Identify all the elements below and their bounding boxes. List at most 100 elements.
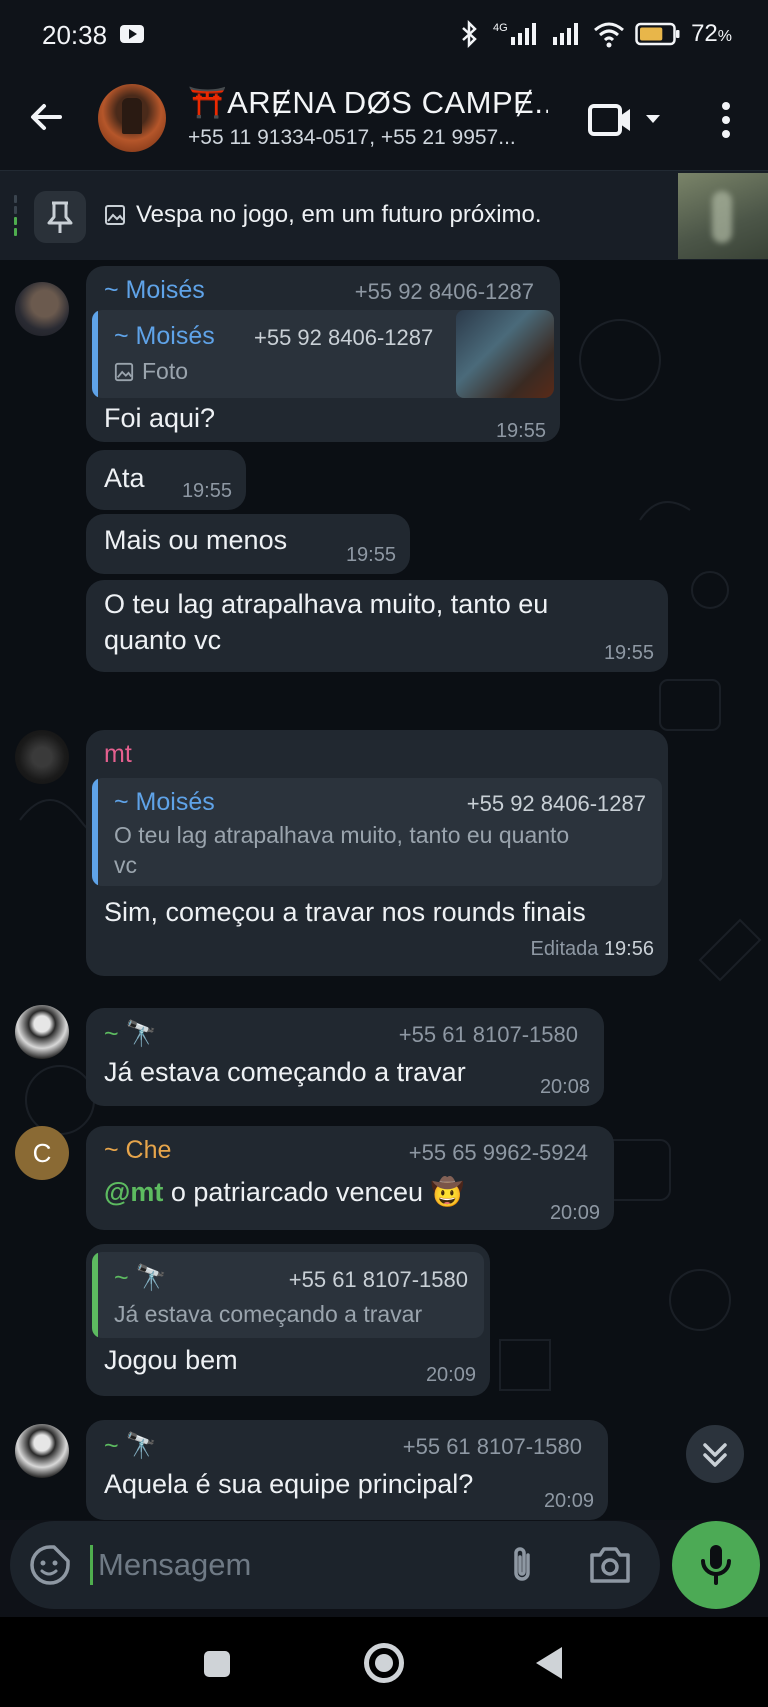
reply-text: Já estava começando a travar bbox=[114, 1301, 423, 1327]
message-text: Aquela é sua equipe principal? bbox=[104, 1469, 474, 1499]
sender-phone: +55 65 9962-5924 bbox=[408, 1140, 588, 1165]
system-back-button[interactable] bbox=[536, 1647, 562, 1679]
group-avatar[interactable] bbox=[98, 84, 166, 152]
recents-button[interactable] bbox=[204, 1651, 230, 1677]
avatar-mt[interactable] bbox=[15, 730, 69, 784]
double-chevron-down-icon bbox=[703, 1443, 727, 1467]
signal-icon bbox=[553, 23, 579, 45]
message-bubble[interactable]: ~ 🔭 +55 61 8107-1580 Já estava começando… bbox=[86, 1244, 490, 1396]
battery-percent: 72% bbox=[691, 20, 732, 48]
message-bubble[interactable]: O teu lag atrapalhava muito, tanto eu qu… bbox=[86, 580, 668, 672]
pinned-thumbnail[interactable] bbox=[678, 173, 768, 259]
more-options-button[interactable] bbox=[712, 96, 740, 144]
message-text: Já estava começando a travar bbox=[104, 1057, 466, 1087]
voice-record-button[interactable] bbox=[672, 1521, 760, 1609]
message-text-line2: quanto vc bbox=[104, 625, 222, 655]
sender-phone: +55 92 8406-1287 bbox=[354, 279, 534, 304]
reply-text-line2: vc bbox=[114, 852, 137, 878]
back-button[interactable] bbox=[22, 93, 70, 141]
message-text: o patriarcado venceu 🤠 bbox=[170, 1177, 465, 1207]
message-time: 19:55 bbox=[181, 480, 232, 502]
image-icon bbox=[105, 205, 125, 225]
video-call-button[interactable] bbox=[588, 100, 668, 140]
message-bubble[interactable]: ~ Moisés +55 92 8406-1287 ~ Moisés +55 9… bbox=[86, 266, 560, 442]
system-nav-bar bbox=[0, 1617, 768, 1707]
reply-text-line1: O teu lag atrapalhava muito, tanto eu qu… bbox=[114, 822, 570, 848]
message-bubble[interactable]: Mais ou menos 19:55 bbox=[86, 514, 410, 574]
caret-down-icon bbox=[646, 115, 660, 123]
reply-quote[interactable]: ~ Moisés +55 92 8406-1287 O teu lag atra… bbox=[92, 778, 662, 886]
reply-quote[interactable]: ~ Moisés +55 92 8406-1287 Foto bbox=[92, 310, 554, 398]
scroll-to-bottom-button[interactable] bbox=[686, 1425, 744, 1483]
message-text: Sim, começou a travar nos rounds finais bbox=[104, 897, 586, 927]
avatar-che[interactable]: C bbox=[15, 1126, 69, 1180]
reply-thumbnail bbox=[456, 310, 554, 398]
microphone-icon bbox=[701, 1545, 731, 1585]
message-time: 19:55 bbox=[495, 420, 546, 442]
sender-name[interactable]: ~ 🔭 bbox=[104, 1020, 157, 1049]
reply-text: Foto bbox=[142, 358, 189, 384]
pinned-indicator bbox=[14, 195, 18, 237]
paperclip-icon bbox=[514, 1547, 530, 1581]
message-text: Jogou bem bbox=[104, 1345, 238, 1375]
text-cursor bbox=[90, 1545, 93, 1585]
message-bubble[interactable]: ~ Che +55 65 9962-5924 @mt o patriarcado… bbox=[86, 1126, 614, 1230]
chat-area[interactable]: ~ Moisés +55 92 8406-1287 ~ Moisés +55 9… bbox=[0, 260, 768, 1520]
message-text: Ata bbox=[104, 463, 145, 493]
group-title[interactable]: ⛩️ARɆNA DØS CAMPɆ... bbox=[188, 84, 548, 121]
message-time: 19:55 bbox=[345, 544, 396, 566]
sender-phone: +55 61 8107-1580 bbox=[402, 1434, 582, 1459]
more-vertical-icon bbox=[722, 102, 730, 138]
message-input[interactable] bbox=[98, 1539, 438, 1591]
image-icon bbox=[114, 362, 134, 381]
pinned-list-button[interactable] bbox=[34, 191, 86, 243]
message-composer bbox=[10, 1521, 660, 1609]
avatar-telescope-user[interactable] bbox=[15, 1424, 69, 1478]
message-text: Mais ou menos bbox=[104, 525, 288, 555]
reply-sender: ~ 🔭 bbox=[114, 1264, 167, 1292]
sticker-emoji-icon bbox=[30, 1545, 70, 1585]
reply-quote[interactable]: ~ 🔭 +55 61 8107-1580 Já estava começando… bbox=[92, 1252, 484, 1338]
home-button[interactable] bbox=[364, 1643, 404, 1683]
network-label: 4G bbox=[493, 22, 508, 34]
camera-button[interactable] bbox=[586, 1543, 634, 1587]
reply-sender: ~ Moisés bbox=[114, 322, 215, 350]
bluetooth-icon bbox=[462, 20, 477, 48]
reply-sender: ~ Moisés bbox=[114, 788, 215, 816]
chat-header: ⛩️ARɆNA DØS CAMPɆ... +55 11 91334-0517, … bbox=[0, 68, 768, 170]
message-bubble[interactable]: ~ 🔭 +55 61 8107-1580 Já estava começando… bbox=[86, 1008, 604, 1106]
group-members[interactable]: +55 11 91334-0517, +55 21 9957... bbox=[188, 126, 548, 150]
signal-4g-icon: 4G bbox=[493, 22, 537, 45]
emoji-button[interactable] bbox=[28, 1543, 72, 1587]
status-bar: 20:38 4G 72% bbox=[0, 0, 768, 68]
edited-label: Editada bbox=[530, 938, 599, 960]
video-camera-icon bbox=[588, 104, 660, 136]
message-bubble[interactable]: mt ~ Moisés +55 92 8406-1287 O teu lag a… bbox=[86, 730, 668, 976]
battery-value: 72 bbox=[691, 20, 718, 47]
message-text: Foi aqui? bbox=[104, 403, 216, 433]
sender-name[interactable]: ~ 🔭 bbox=[104, 1432, 157, 1461]
sender-name[interactable]: ~ Moisés bbox=[104, 276, 205, 305]
sender-name[interactable]: mt bbox=[104, 740, 132, 769]
avatar-letter: C bbox=[32, 1137, 52, 1168]
attach-button[interactable] bbox=[500, 1543, 544, 1587]
status-time: 20:38 bbox=[42, 20, 108, 50]
sender-name[interactable]: ~ Che bbox=[104, 1136, 171, 1165]
reply-phone: +55 92 8406-1287 bbox=[466, 791, 646, 816]
youtube-notification-icon bbox=[120, 25, 144, 43]
message-time: 19:55 bbox=[603, 642, 654, 664]
avatar-telescope-user[interactable] bbox=[15, 1005, 69, 1059]
message-time: 20:09 bbox=[425, 1364, 476, 1386]
battery-unit: % bbox=[717, 28, 732, 45]
reply-phone: +55 92 8406-1287 bbox=[254, 325, 434, 350]
message-bubble[interactable]: ~ 🔭 +55 61 8107-1580 Aquela é sua equipe… bbox=[86, 1420, 608, 1520]
mention-link[interactable]: @mt bbox=[104, 1177, 163, 1207]
avatar-moises[interactable] bbox=[15, 282, 69, 336]
pin-icon bbox=[47, 201, 73, 233]
pinned-message-bar[interactable]: Vespa no jogo, em um futuro próximo. bbox=[0, 170, 768, 260]
message-time: 19:56 bbox=[603, 938, 654, 960]
camera-icon bbox=[590, 1547, 630, 1583]
reply-phone: +55 61 8107-1580 bbox=[288, 1267, 468, 1292]
message-bubble[interactable]: Ata 19:55 bbox=[86, 450, 246, 510]
arrow-left-icon bbox=[31, 104, 62, 130]
